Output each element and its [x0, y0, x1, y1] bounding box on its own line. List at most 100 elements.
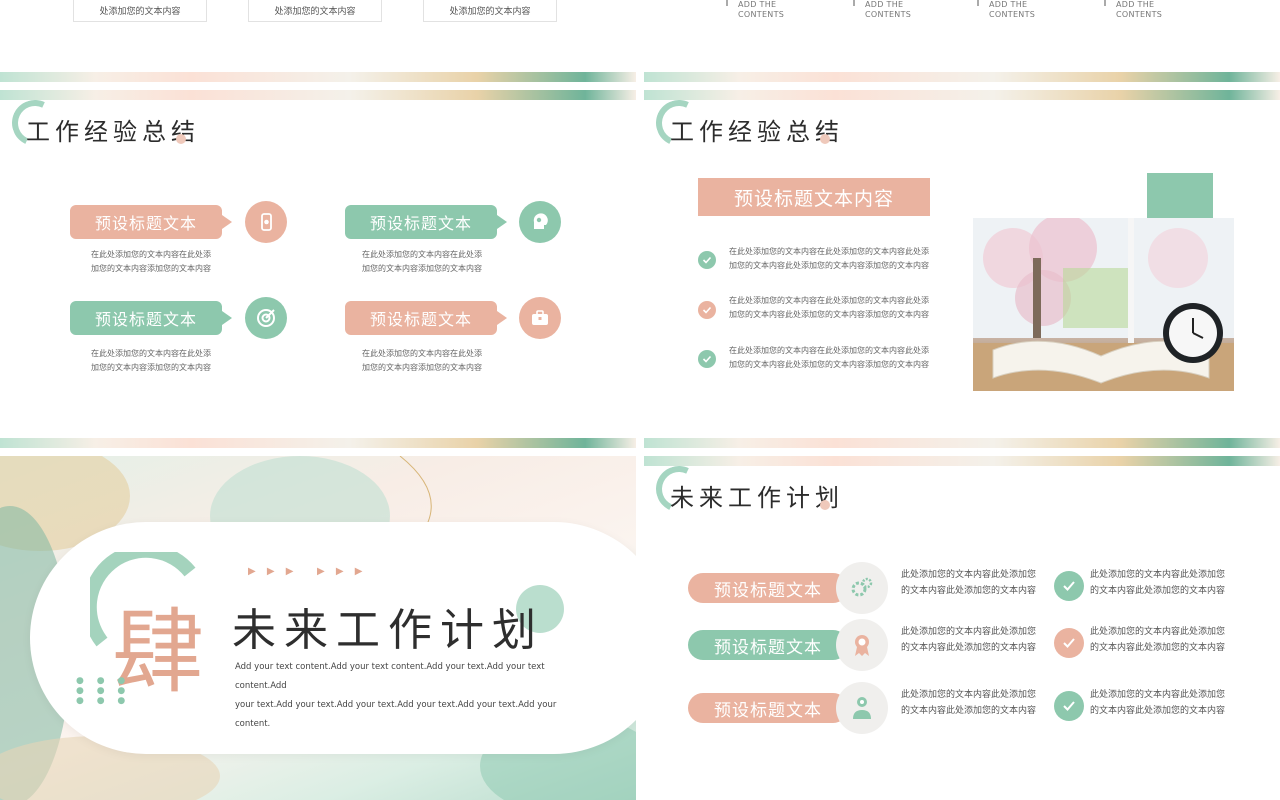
- card-label-text: 预设标题文本: [369, 310, 472, 329]
- box-text: 处添加您的文本内容: [274, 7, 356, 17]
- contents-line1: ADD THE: [738, 0, 777, 9]
- check-icon: [1054, 691, 1084, 721]
- decorative-strip: [0, 72, 636, 82]
- cover-subtitle: Add your text content.Add your text cont…: [235, 658, 575, 734]
- title-dot: [820, 134, 830, 144]
- plan-desc-line: 的文本内容此处添加您的文本内容: [901, 586, 1037, 596]
- title-dot: [820, 500, 830, 510]
- plan-desc: 此处添加您的文本内容此处添加您 的文本内容此处添加您的文本内容: [901, 567, 1049, 599]
- contents-line1: ADD THE: [865, 0, 904, 9]
- card-label: 预设标题文本: [70, 301, 232, 335]
- decorative-strip: [644, 72, 1280, 82]
- plan-desc-line: 此处添加您的文本内容此处添加您: [1090, 570, 1226, 580]
- plan-label: 预设标题文本: [688, 693, 848, 723]
- plan-desc-line: 此处添加您的文本内容此处添加您: [901, 690, 1037, 700]
- slide-work-summary-2[interactable]: 工作经验总结 预设标题文本内容 在此处添加您的文本内容在此处添加您的文本内容此处…: [644, 90, 1280, 448]
- cover-title: 未来工作计划: [232, 605, 544, 656]
- slide-future-plan[interactable]: 未来工作计划 预设标题文本 此处添加您的文本内容此处添加您 的文本内容此处添加您的…: [644, 456, 1280, 800]
- plan-desc-line: 的文本内容此处添加您的文本内容: [901, 643, 1037, 653]
- contents-item: ADD THE CONTENTS: [977, 0, 1036, 20]
- list-item-text: 在此处添加您的文本内容在此处添加您的文本内容此处添 加您的文本内容此处添加您的文本…: [729, 294, 934, 322]
- plan-desc-line: 此处添加您的文本内容此处添加您: [901, 627, 1037, 637]
- contents-line2: CONTENTS: [738, 10, 785, 19]
- plan-desc-line: 此处添加您的文本内容此处添加您: [1090, 690, 1226, 700]
- check-icon: [698, 350, 716, 368]
- plan-desc-line: 的文本内容此处添加您的文本内容: [1090, 706, 1226, 716]
- list-item-text: 在此处添加您的文本内容在此处添加您的文本内容此处添 加您的文本内容此处添加您的文本…: [729, 344, 934, 372]
- contents-item: ADD THE CONTENTS: [853, 0, 912, 20]
- card-label-text: 预设标题文本: [94, 214, 197, 233]
- contents-line1: ADD THE: [1116, 0, 1155, 9]
- plan-label-text: 预设标题文本: [714, 580, 822, 601]
- decorative-strip: [0, 438, 636, 448]
- list-item-line: 在此处添加您的文本内容在此处添加您的文本内容此处添: [729, 346, 929, 355]
- head-gears-icon: [519, 201, 561, 243]
- contents-line2: CONTENTS: [865, 10, 912, 19]
- card-text: 在此处添加您的文本内容在此处添 加您的文本内容添加您的文本内容: [91, 347, 221, 375]
- card-text-line: 在此处添加您的文本内容在此处添: [91, 250, 211, 259]
- card-text: 在此处添加您的文本内容在此处添 加您的文本内容添加您的文本内容: [362, 347, 492, 375]
- decorative-strip: [644, 90, 1280, 100]
- card-text-line: 在此处添加您的文本内容在此处添: [362, 250, 482, 259]
- gears-icon: [836, 562, 888, 614]
- contents-line1: ADD THE: [989, 0, 1028, 9]
- plan-desc: 此处添加您的文本内容此处添加您 的文本内容此处添加您的文本内容: [1090, 687, 1238, 719]
- plan-desc: 此处添加您的文本内容此处添加您 的文本内容此处添加您的文本内容: [1090, 567, 1238, 599]
- plan-desc: 此处添加您的文本内容此处添加您 的文本内容此处添加您的文本内容: [1090, 624, 1238, 656]
- list-item-line: 加您的文本内容此处添加您的文本内容添加您的文本内容: [729, 310, 929, 319]
- target-icon: [245, 297, 287, 339]
- text-box: 处添加您的文本内容: [73, 0, 207, 22]
- card-text-line: 在此处添加您的文本内容在此处添: [91, 349, 211, 358]
- plan-label-text: 预设标题文本: [714, 700, 822, 721]
- plan-label: 预设标题文本: [688, 630, 848, 660]
- plan-label-text: 预设标题文本: [714, 637, 822, 658]
- decorative-square: [1147, 173, 1213, 221]
- triangle-decoration: ▶ ▶ ▶: [317, 566, 367, 577]
- slide-top-right[interactable]: ADD THE CONTENTS ADD THE CONTENTS ADD THE C…: [644, 0, 1280, 82]
- card-text: 在此处添加您的文本内容在此处添 加您的文本内容添加您的文本内容: [362, 248, 492, 276]
- list-item-line: 在此处添加您的文本内容在此处添加您的文本内容此处添: [729, 247, 929, 256]
- list-item-line: 在此处添加您的文本内容在此处添加您的文本内容此处添: [729, 296, 929, 305]
- card-label: 预设标题文本: [70, 205, 232, 239]
- contents-line2: CONTENTS: [989, 10, 1036, 19]
- card-label: 预设标题文本: [345, 205, 507, 239]
- section-title: 工作经验总结: [670, 118, 844, 146]
- plan-desc-line: 的文本内容此处添加您的文本内容: [901, 706, 1037, 716]
- slide-section-cover[interactable]: 肆 未来工作计划 Add your text content.Add your …: [0, 456, 636, 800]
- plan-desc-line: 的文本内容此处添加您的文本内容: [1090, 586, 1226, 596]
- slide-grid: 处添加您的文本内容 处添加您的文本内容 处添加您的文本内容 ADD THE CON…: [0, 0, 1280, 800]
- award-icon: [836, 619, 888, 671]
- list-item-text: 在此处添加您的文本内容在此处添加您的文本内容此处添 加您的文本内容此处添加您的文本…: [729, 245, 934, 273]
- text-box: 处添加您的文本内容: [423, 0, 557, 22]
- decorative-strip: [0, 90, 636, 100]
- check-icon: [1054, 571, 1084, 601]
- content-header: 预设标题文本内容: [698, 178, 930, 216]
- check-icon: [698, 301, 716, 319]
- subtitle-line: Add your text content.Add your text cont…: [235, 662, 545, 691]
- card-text-line: 在此处添加您的文本内容在此处添: [362, 349, 482, 358]
- subtitle-line: your text.Add your text.Add your text.Ad…: [235, 700, 557, 729]
- contents-line2: CONTENTS: [1116, 10, 1163, 19]
- briefcase-icon: [519, 297, 561, 339]
- plan-desc-line: 此处添加您的文本内容此处添加您: [1090, 627, 1226, 637]
- slide-top-left[interactable]: 处添加您的文本内容 处添加您的文本内容 处添加您的文本内容: [0, 0, 636, 82]
- list-item-line: 加您的文本内容此处添加您的文本内容添加您的文本内容: [729, 261, 929, 270]
- slide-work-summary-1[interactable]: 工作经验总结 预设标题文本 在此处添加您的文本内容在此处添 加您的文本内容添加您的…: [0, 90, 636, 448]
- plan-desc-line: 此处添加您的文本内容此处添加您: [901, 570, 1037, 580]
- card-text-line: 加您的文本内容添加您的文本内容: [91, 264, 211, 273]
- card-label-text: 预设标题文本: [94, 310, 197, 329]
- contents-item: ADD THE CONTENTS: [1104, 0, 1163, 20]
- card-text-line: 加您的文本内容添加您的文本内容: [91, 363, 211, 372]
- book-clock-photo: [973, 218, 1234, 391]
- check-icon: [1054, 628, 1084, 658]
- plan-desc-line: 的文本内容此处添加您的文本内容: [1090, 643, 1226, 653]
- section-title: 未来工作计划: [670, 484, 844, 512]
- list-item-line: 加您的文本内容此处添加您的文本内容添加您的文本内容: [729, 360, 929, 369]
- dots-decoration: ● ● ● ● ● ● ● ● ●: [76, 676, 131, 706]
- card-label: 预设标题文本: [345, 301, 507, 335]
- phone-icon: [245, 201, 287, 243]
- plan-desc: 此处添加您的文本内容此处添加您 的文本内容此处添加您的文本内容: [901, 687, 1049, 719]
- text-box: 处添加您的文本内容: [248, 0, 382, 22]
- title-dot: [176, 134, 186, 144]
- triangle-decoration: ▶ ▶ ▶: [248, 566, 298, 577]
